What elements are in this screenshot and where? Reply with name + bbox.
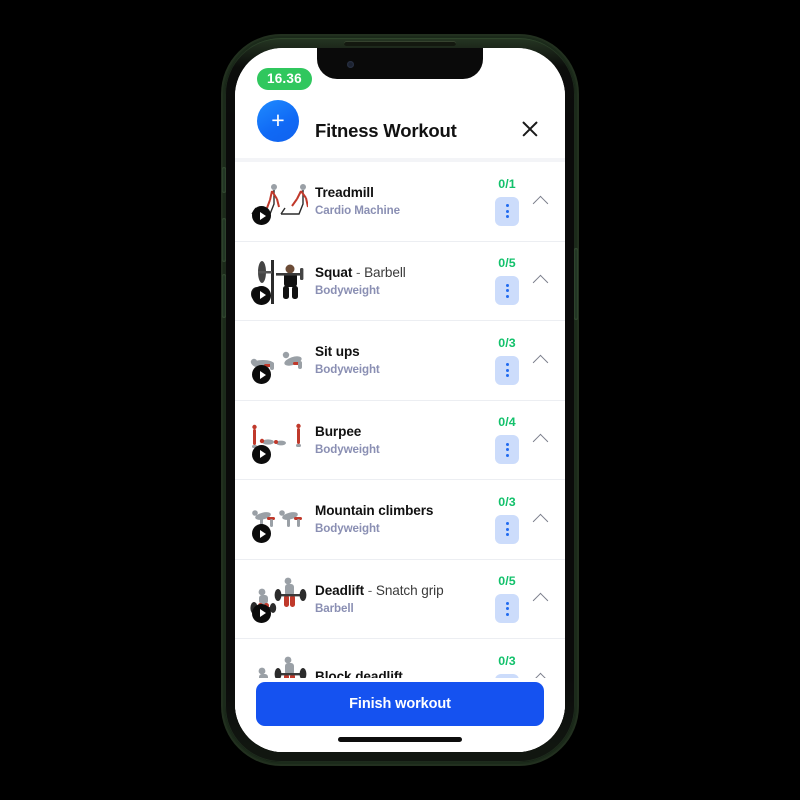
plus-icon: + [271, 106, 285, 133]
exercise-info: Sit ups Bodyweight [315, 344, 495, 376]
earpiece-speaker [344, 41, 456, 46]
exercise-equipment: Bodyweight [315, 363, 380, 377]
exercise-info: Mountain climbers Bodyweight [315, 503, 495, 535]
home-indicator[interactable] [338, 737, 462, 742]
treadmill-thumbnail [249, 175, 309, 227]
kebab-menu-icon[interactable] [495, 276, 519, 306]
exercise-row[interactable]: Squat - Barbell Bodyweight 0/5 [235, 242, 565, 321]
chevron-up-icon[interactable] [531, 510, 549, 528]
set-progress-badge: 0/3 [498, 653, 516, 668]
exercise-actions: 0/5 [495, 574, 549, 624]
burpee-thumbnail [249, 414, 309, 466]
exercise-equipment: Barbell [315, 601, 354, 615]
power-button[interactable] [574, 248, 578, 320]
silent-switch-button[interactable] [222, 167, 226, 193]
chevron-up-icon[interactable] [531, 590, 549, 608]
set-progress-badge: 0/4 [498, 415, 516, 430]
exercise-info: Treadmill Cardio Machine [315, 185, 495, 217]
exercise-actions: 0/3 [495, 336, 549, 385]
kebab-menu-icon[interactable] [495, 355, 519, 385]
exercise-name: Mountain climbers [315, 503, 434, 519]
chevron-up-icon[interactable] [531, 431, 549, 449]
mountain-climbers-thumbnail [249, 493, 309, 545]
exercise-equipment: Bodyweight [315, 442, 380, 456]
exercise-actions: 0/1 [495, 177, 549, 226]
header-divider [235, 158, 565, 162]
play-video-button[interactable] [252, 444, 271, 464]
kebab-menu-icon[interactable] [495, 196, 519, 226]
exercise-name: Burpee [315, 423, 362, 439]
set-progress-badge: 0/1 [498, 176, 516, 191]
volume-up-button[interactable] [222, 218, 226, 262]
exercise-variant: - Snatch grip [367, 582, 444, 598]
exercise-name: Deadlift - Snatch grip [315, 582, 444, 598]
exercise-row[interactable]: Burpee Bodyweight 0/4 [235, 401, 565, 480]
exercise-equipment: Bodyweight [315, 522, 380, 536]
page-title: Fitness Workout [315, 120, 457, 141]
close-icon[interactable] [517, 116, 543, 142]
phone-screen: 16.36 + Fitness Workout Treadmill Cardio… [235, 48, 565, 752]
exercise-row[interactable]: Mountain climbers Bodyweight 0/3 [235, 480, 565, 560]
volume-down-button[interactable] [222, 274, 226, 318]
deadlift-snatch-grip-thumbnail [249, 573, 309, 625]
set-progress-badge: 0/3 [498, 335, 516, 350]
exercise-name: Treadmill [315, 185, 374, 201]
exercise-row[interactable]: Deadlift - Snatch grip Barbell 0/5 [235, 560, 565, 639]
play-video-button[interactable] [252, 285, 271, 305]
exercise-actions: 0/4 [495, 415, 549, 465]
exercise-name: Squat - Barbell [315, 264, 406, 280]
exercise-variant: - Barbell [355, 264, 406, 280]
kebab-menu-icon[interactable] [495, 594, 519, 624]
play-video-button[interactable] [252, 524, 271, 544]
exercise-row[interactable]: Sit ups Bodyweight 0/3 [235, 321, 565, 401]
set-progress-badge: 0/3 [498, 494, 516, 509]
exercise-name: Sit ups [315, 344, 360, 360]
set-progress-badge: 0/5 [498, 256, 516, 271]
display-notch [317, 48, 483, 79]
exercise-actions: 0/5 [495, 256, 549, 306]
kebab-menu-icon[interactable] [495, 435, 519, 465]
exercise-info: Burpee Bodyweight [315, 424, 495, 456]
exercise-equipment: Cardio Machine [315, 204, 400, 218]
exercise-info: Squat - Barbell Bodyweight [315, 265, 495, 297]
screenshot-canvas: 16.36 + Fitness Workout Treadmill Cardio… [0, 0, 800, 800]
add-exercise-button[interactable]: + [257, 100, 299, 142]
kebab-menu-icon[interactable] [495, 514, 519, 544]
chevron-up-icon[interactable] [531, 351, 549, 369]
chevron-up-icon[interactable] [531, 192, 549, 210]
exercise-actions: 0/3 [495, 495, 549, 544]
exercise-info: Deadlift - Snatch grip Barbell [315, 583, 495, 615]
situps-thumbnail [249, 334, 309, 386]
finish-workout-button[interactable]: Finish workout [256, 682, 544, 726]
exercise-row[interactable]: Treadmill Cardio Machine 0/1 [235, 162, 565, 242]
set-progress-badge: 0/5 [498, 574, 516, 589]
exercise-equipment: Bodyweight [315, 283, 380, 297]
status-bar-time: 16.36 [257, 68, 312, 90]
exercise-list[interactable]: Treadmill Cardio Machine 0/1 Squat - Bar… [235, 162, 565, 752]
front-camera-icon [347, 61, 354, 68]
phone-device-frame: 16.36 + Fitness Workout Treadmill Cardio… [222, 36, 578, 764]
play-video-button[interactable] [252, 603, 271, 623]
play-video-button[interactable] [252, 365, 271, 385]
chevron-up-icon[interactable] [531, 272, 549, 290]
squat-barbell-thumbnail [249, 255, 309, 307]
